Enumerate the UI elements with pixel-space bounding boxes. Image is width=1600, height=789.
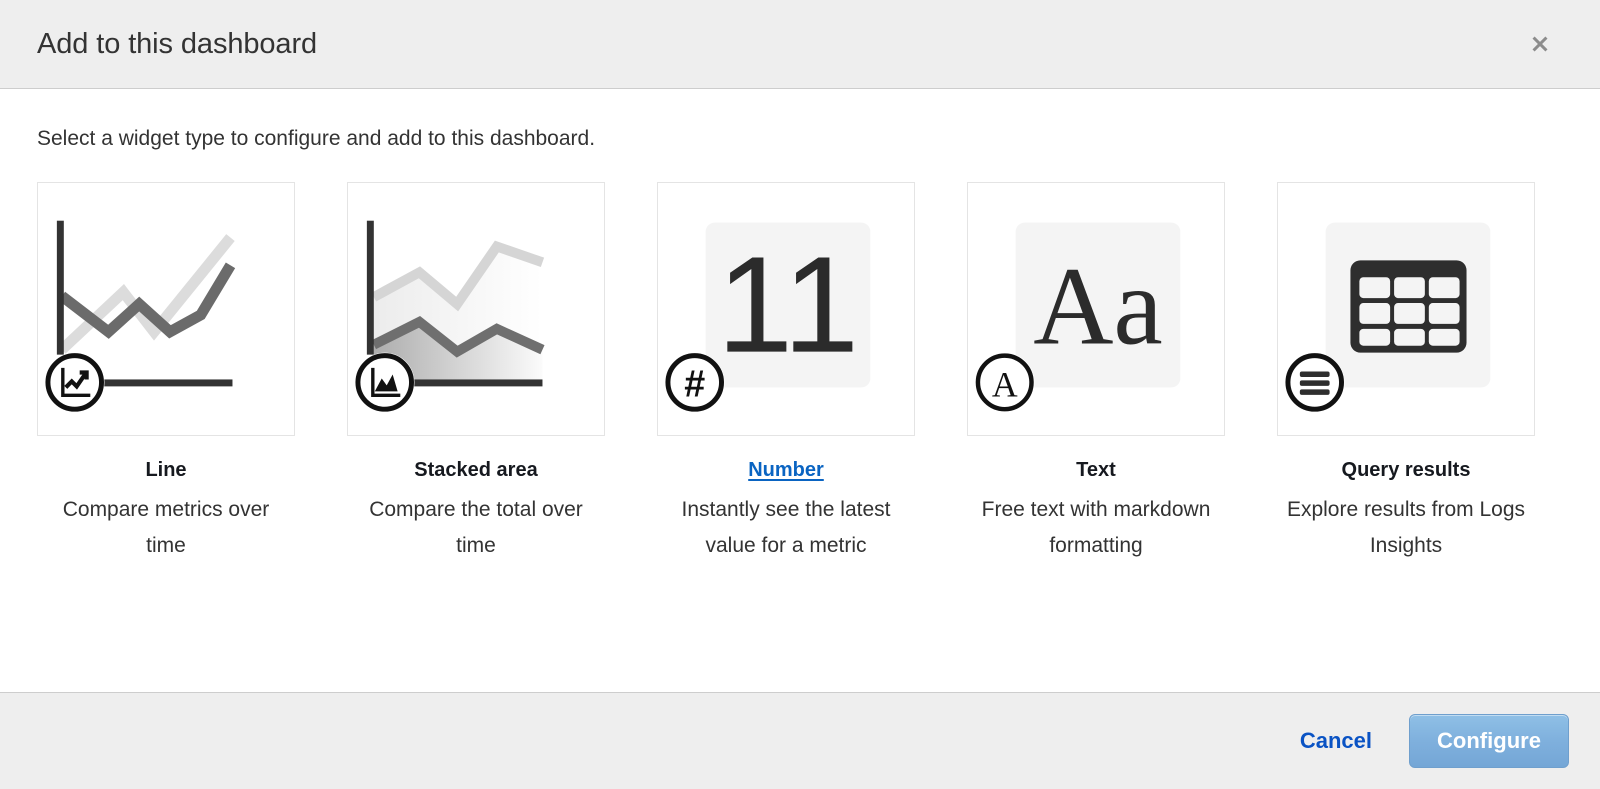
line-chart-illustration — [44, 220, 236, 413]
dialog-header: Add to this dashboard — [0, 0, 1600, 89]
svg-text:#: # — [684, 362, 705, 404]
query-results-widget-thumbnail[interactable] — [1277, 182, 1535, 436]
stacked-area-chart-illustration — [354, 220, 545, 413]
widget-label[interactable]: Text — [1076, 458, 1116, 482]
widget-label[interactable]: Line — [145, 458, 186, 482]
cancel-button[interactable]: Cancel — [1296, 722, 1376, 760]
dialog-body: Select a widget type to configure and ad… — [0, 89, 1600, 692]
list-badge-icon — [1284, 352, 1345, 413]
widget-label[interactable]: Stacked area — [414, 458, 537, 482]
text-widget-thumbnail[interactable]: Aa A — [967, 182, 1225, 436]
widget-label[interactable]: Query results — [1342, 458, 1471, 482]
stacked-area-widget-thumbnail[interactable] — [347, 182, 605, 436]
svg-text:A: A — [992, 364, 1018, 404]
close-icon-glyph — [1532, 36, 1548, 52]
number-illustration: 11 # — [664, 222, 871, 413]
table-grid-icon — [1350, 260, 1467, 353]
widget-description: Free text with markdown formatting — [981, 498, 1211, 558]
page-title: Add to this dashboard — [37, 27, 318, 60]
text-illustration: Aa A — [974, 222, 1181, 413]
close-icon[interactable] — [1520, 24, 1560, 64]
text-preview-value: Aa — [1033, 246, 1163, 369]
line-chart-badge-icon — [44, 352, 105, 413]
number-preview-value: 11 — [717, 229, 859, 382]
widget-description: Explore results from Logs Insights — [1286, 498, 1526, 558]
widget-option-number[interactable]: 11 # Number Instantly see the latest val… — [657, 182, 915, 564]
number-widget-thumbnail[interactable]: 11 # — [657, 182, 915, 436]
widget-option-text[interactable]: Aa A Text Free text with markdown format… — [967, 182, 1225, 564]
widget-label[interactable]: Number — [748, 458, 824, 482]
widget-type-grid: Line Compare metrics over time Stacked a… — [37, 182, 1563, 564]
dialog-footer: Cancel Configure — [0, 692, 1600, 789]
hash-badge-icon: # — [664, 352, 725, 413]
widget-description: Instantly see the latest value for a met… — [681, 498, 891, 558]
area-chart-badge-icon — [354, 352, 415, 413]
add-widget-dialog: Add to this dashboard Select a widget ty… — [0, 0, 1600, 789]
line-widget-thumbnail[interactable] — [37, 182, 295, 436]
widget-option-line[interactable]: Line Compare metrics over time — [37, 182, 295, 564]
widget-description: Compare metrics over time — [62, 498, 270, 558]
letter-a-badge-icon: A — [974, 352, 1035, 413]
widget-description: Compare the total over time — [369, 498, 583, 558]
widget-option-stacked-area[interactable]: Stacked area Compare the total over time — [347, 182, 605, 564]
table-illustration — [1284, 222, 1491, 413]
configure-button[interactable]: Configure — [1409, 714, 1569, 768]
dialog-subtitle: Select a widget type to configure and ad… — [37, 127, 596, 150]
widget-option-query-results[interactable]: Query results Explore results from Logs … — [1277, 182, 1535, 564]
